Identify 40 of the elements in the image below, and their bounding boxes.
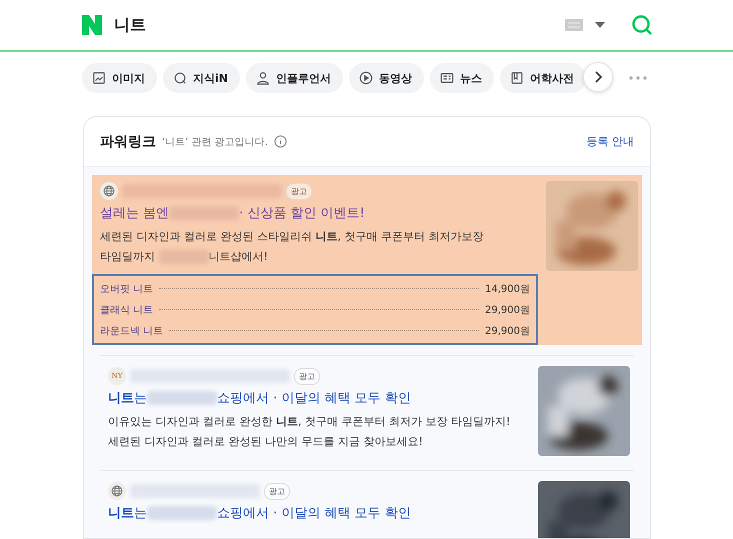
more-icon[interactable] (629, 76, 647, 80)
sublink[interactable]: 클래식 니트 (100, 302, 154, 316)
category-tab[interactable]: 동영상 (348, 63, 424, 93)
sublink[interactable]: 라운드넥 니트 (100, 324, 164, 338)
play-icon (358, 71, 373, 85)
info-icon[interactable] (274, 135, 287, 148)
price: 14,900원 (485, 282, 530, 296)
sublink[interactable]: 오버핏 니트 (100, 282, 154, 296)
search-icon (173, 71, 187, 85)
image-icon (92, 71, 106, 85)
chevron-icon (593, 71, 603, 83)
category-tab[interactable]: 인플루언서 (246, 63, 343, 93)
ad-title[interactable]: 니트는 쇼핑에서 · 이달의 혜택 모두 확인 (108, 504, 530, 524)
register-link[interactable]: 등록 안내 (586, 134, 634, 149)
globe-icon (108, 482, 126, 500)
news-icon (440, 71, 454, 85)
ad-description: 세련된 디자인과 컬러로 완성된 스타일리쉬 니트, 첫구매 쿠폰부터 최저가보장 타임딜까지 니트샵에서! (100, 229, 484, 266)
ad-title[interactable]: 니트는 쇼핑에서 · 이달의 혜택 모두 확인 (108, 389, 530, 409)
price: 29,900원 (485, 324, 530, 338)
category-tab[interactable]: 지식iN (163, 63, 240, 93)
ad-description: 이유있는 디자인과 컬러로 완성한 니트, 첫구매 쿠폰부터 최저가 보장 타임딜까지! 세련된 디자인과 컬러로 완성된 나만의 무드를 지금 찾아보세요! (108, 414, 512, 450)
category-tab[interactable]: 뉴스 (430, 63, 494, 93)
ad-title[interactable]: 설레는 봄엔 · 신상품 할인 이벤트! (100, 204, 538, 224)
dropdown-icon[interactable] (595, 22, 605, 28)
globe-icon (100, 182, 118, 200)
next-button[interactable] (583, 62, 613, 92)
person-icon (256, 71, 270, 85)
book-icon (510, 71, 524, 85)
category-tab[interactable]: 이미지 (82, 63, 157, 93)
logo-icon[interactable] (82, 15, 102, 35)
section-subtitle: ‘니트’ 관련 광고입니다. (162, 136, 268, 148)
category-tab[interactable]: 어학사전 (500, 63, 586, 93)
ad-badge: 광고 (286, 182, 312, 200)
ad-badge: 광고 (294, 368, 320, 384)
search-icon[interactable] (631, 14, 653, 36)
section-title: 파워링크 (100, 132, 156, 150)
keyboard-icon[interactable] (565, 19, 583, 31)
ad-badge: 광고 (264, 482, 290, 500)
price: 29,900원 (485, 304, 530, 316)
search-query[interactable]: 니트 (114, 14, 553, 36)
